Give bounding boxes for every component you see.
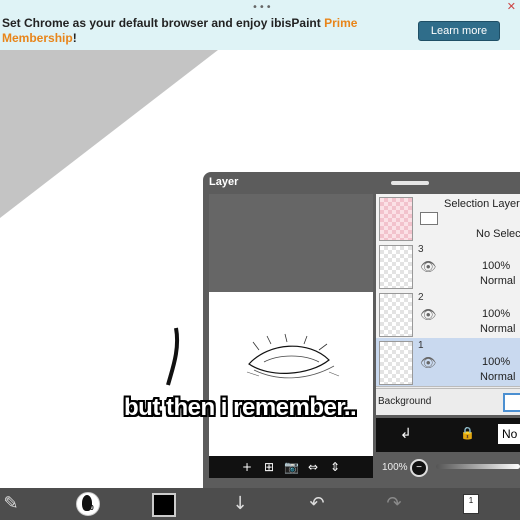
camera-icon[interactable]: 📷 [284,460,299,474]
layer-row-1[interactable]: 1 👁 100% Normal [376,338,520,387]
opacity-decrease-button[interactable]: − [410,459,428,477]
eye-icon[interactable]: 👁 [420,308,438,323]
opacity-bar: 100% − [376,456,520,482]
layer-blend-mode: Normal [480,323,516,335]
layer-blend-mode: Normal [480,371,516,383]
layer-panel: Layer + ⊞ 📷 ⇔ ⇕ Selection Layer No Selec [203,172,520,488]
selection-box-icon [420,212,438,225]
down-arrow-icon[interactable]: ↓ [228,488,252,520]
background-color-swatch[interactable] [503,393,520,412]
more-dots-icon[interactable]: ••• [252,2,273,13]
redo-icon[interactable]: ↷ [382,488,406,520]
color-swatch[interactable] [152,493,176,517]
selection-layer-row[interactable]: Selection Layer No Selection [376,194,520,243]
banner-text-end: ! [72,31,77,45]
preview-image [209,292,373,456]
layer-thumbnail [379,197,413,241]
flip-vertical-icon[interactable]: ⇕ [328,460,342,474]
layer-action-bar: ↲ 🔒 No [376,418,520,452]
layer-list: Selection Layer No Selection 3 👁 100% No… [376,194,520,414]
opacity-value: 100% [382,462,408,473]
brush-size: 10 [86,505,94,512]
layer-thumbnail [379,245,413,289]
layer-thumbnail [379,293,413,337]
banner-text: Set Chrome as your default browser and e… [2,16,325,30]
blend-mode-select[interactable]: No [498,424,520,444]
eye-icon[interactable]: 👁 [420,260,438,275]
layer-preview: + ⊞ 📷 ⇔ ⇕ [209,194,373,478]
banner-message: Set Chrome as your default browser and e… [2,16,402,46]
flip-horizontal-icon[interactable]: ⇔ [306,460,320,474]
wand-icon[interactable]: ✎ [0,488,22,520]
drag-handle[interactable] [391,181,429,185]
selection-layer-name: Selection Layer [444,198,520,210]
layer-blend-mode: Normal [480,275,516,287]
layer-opacity: 100% [482,356,511,368]
preview-toolbar: + ⊞ 📷 ⇔ ⇕ [209,456,373,478]
layer-number: 1 [418,340,424,351]
undo-icon[interactable]: ↶ [305,488,329,520]
layer-number: 3 [418,244,424,255]
video-caption: but then i remember.. [124,394,357,421]
layer-row-3[interactable]: 3 👁 100% Normal [376,242,520,291]
add-layer-icon[interactable]: + [240,460,254,474]
layer-row-2[interactable]: 2 👁 100% Normal [376,290,520,339]
layer-thumbnail [379,341,413,385]
pages-icon[interactable]: 1 [463,494,479,514]
layer-number: 2 [418,292,424,303]
close-icon[interactable]: ✕ [507,0,516,13]
background-row[interactable]: Background [376,388,520,415]
sketch-eye-drawing [246,333,340,379]
layer-opacity: 100% [482,308,511,320]
clipping-icon[interactable]: ↲ [400,426,412,442]
layer-panel-title: Layer [209,176,239,188]
bottom-toolbar: ✎ 10 ↓ ↶ ↷ 1 [0,488,520,520]
opacity-slider[interactable] [436,464,520,469]
duplicate-layer-icon[interactable]: ⊞ [262,460,276,474]
selection-status: No Selection [476,228,520,240]
alpha-lock-icon[interactable]: 🔒 [460,426,475,440]
layer-opacity: 100% [482,260,511,272]
brush-icon[interactable]: 10 [76,492,100,516]
ad-banner: ••• ✕ Set Chrome as your default browser… [0,0,520,50]
learn-more-button[interactable]: Learn more [418,21,500,41]
eye-icon[interactable]: 👁 [420,356,438,371]
background-label: Background [378,396,432,407]
